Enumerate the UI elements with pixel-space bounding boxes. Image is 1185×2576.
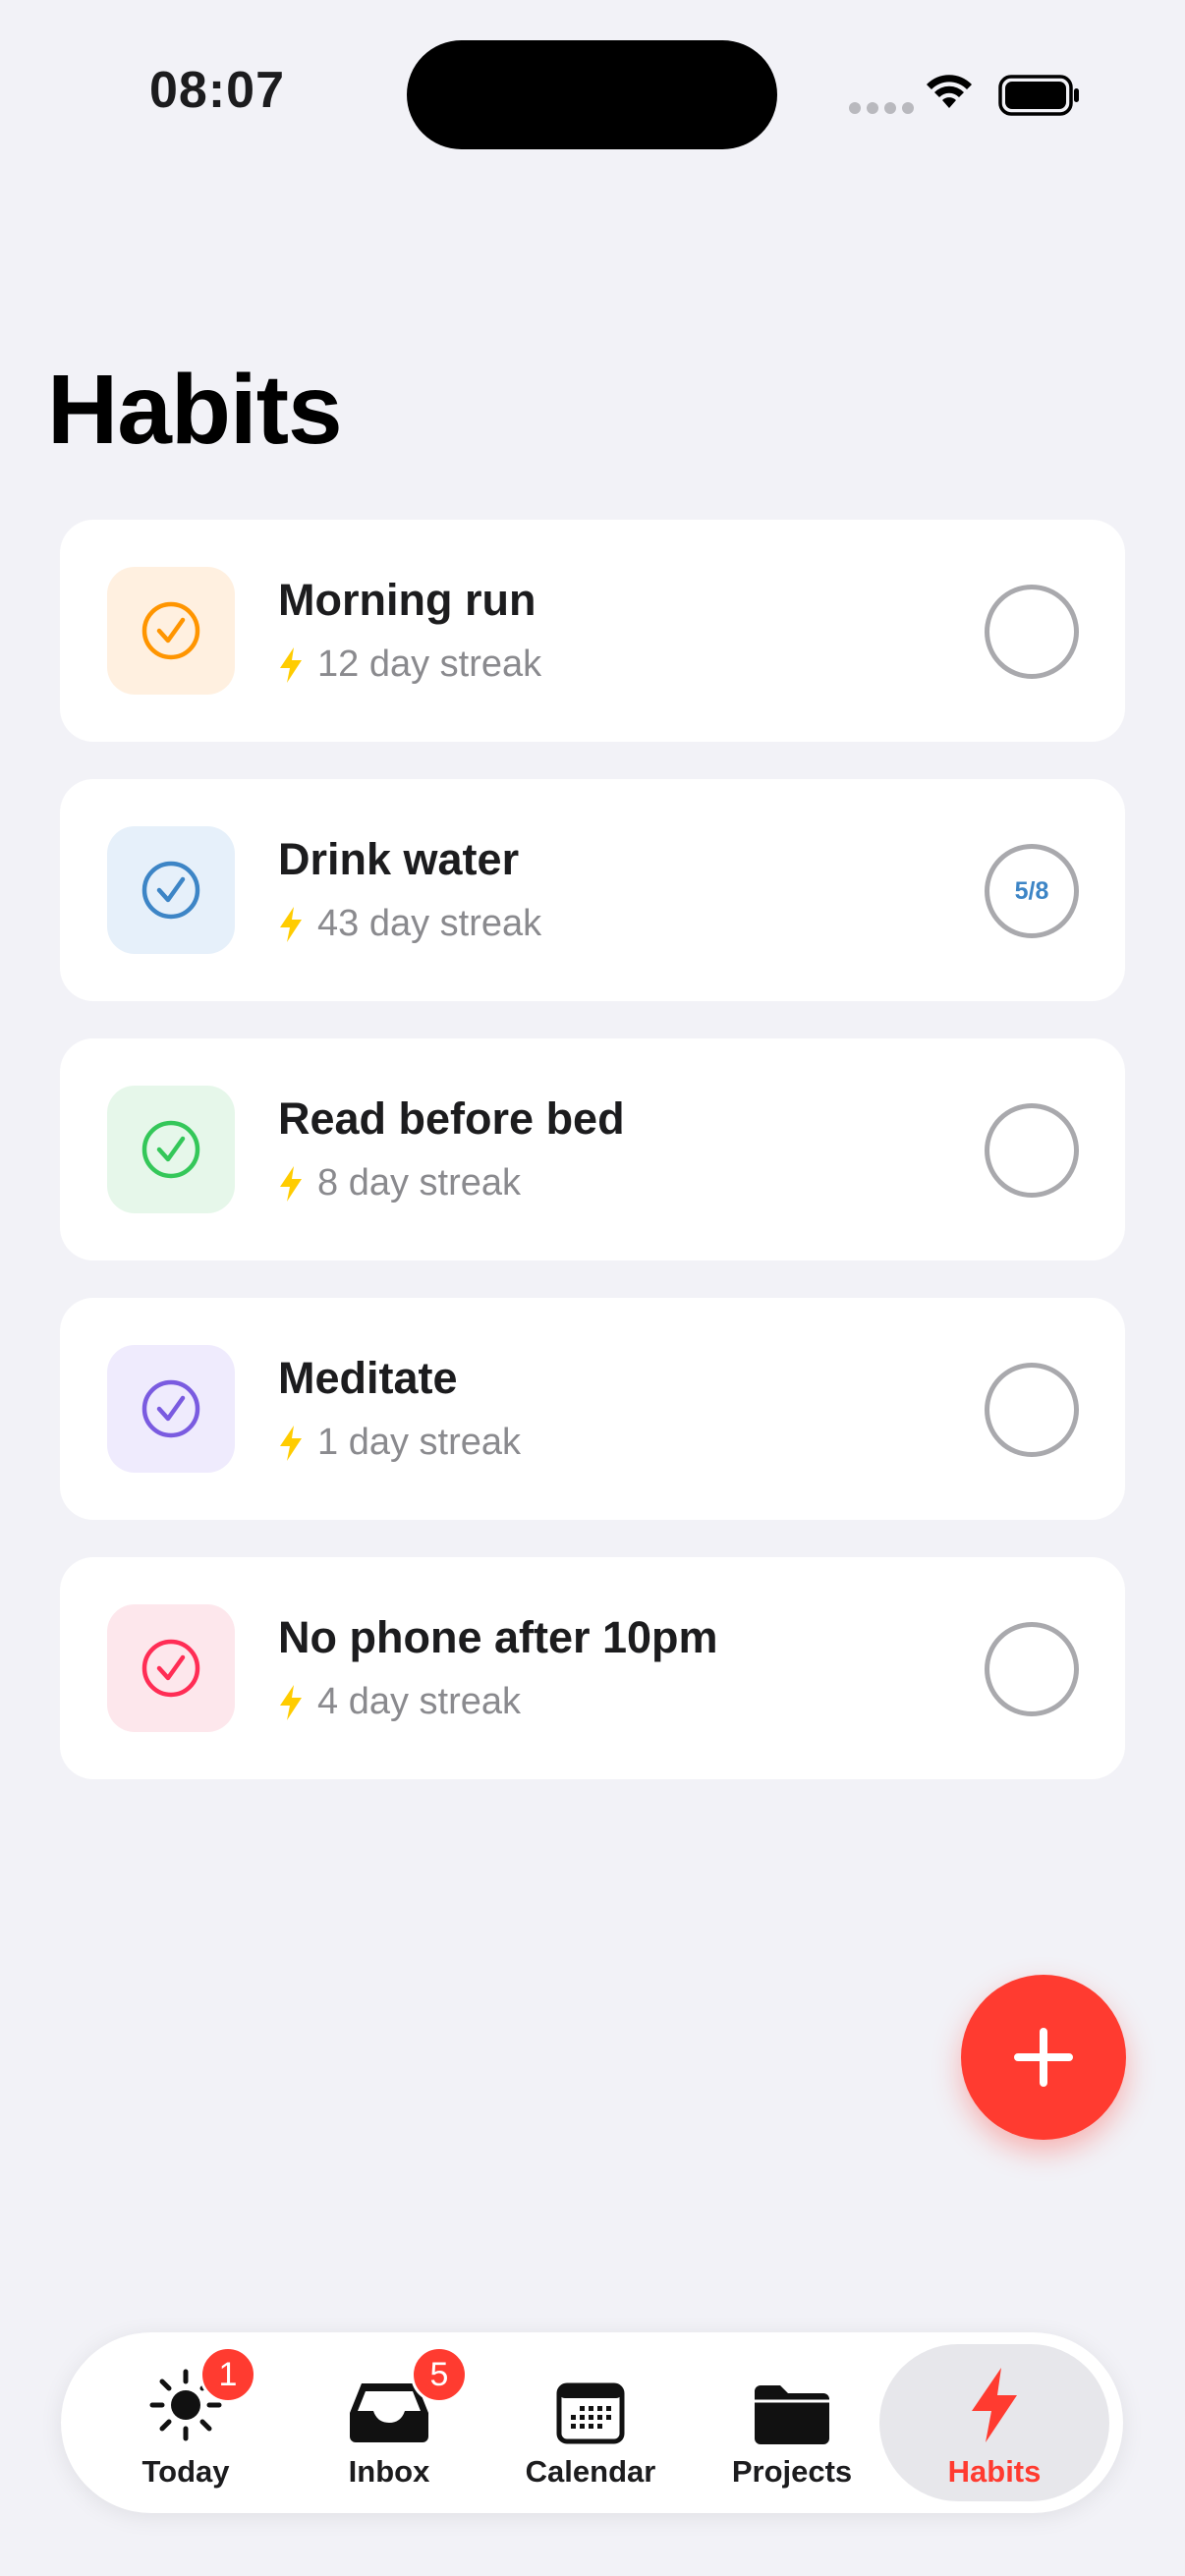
streak-text: 43 day streak (317, 903, 542, 944)
status-time: 08:07 (149, 62, 285, 119)
habit-icon-tile (107, 567, 235, 695)
habit-list: Morning run 12 day streak Drink water 43… (60, 520, 1125, 1817)
streak-text: 12 day streak (317, 644, 542, 685)
streak-text: 1 day streak (317, 1422, 521, 1463)
habit-card-morning-run[interactable]: Morning run 12 day streak (60, 520, 1125, 742)
tab-icon-wrap: 5 (348, 2346, 468, 2444)
bolt-icon (280, 1425, 302, 1461)
wifi-icon (927, 75, 972, 108)
check-circle-icon (141, 1120, 200, 1179)
habit-streak: 1 day streak (278, 1422, 521, 1464)
habits-screen: 08:07 Habits Morning run 12 day streak D… (0, 0, 1185, 2576)
tab-label: Today (141, 2454, 230, 2489)
habit-complete-toggle[interactable] (985, 1103, 1079, 1198)
tab-label: Inbox (348, 2454, 430, 2489)
habit-streak: 8 day streak (278, 1162, 521, 1204)
habit-complete-toggle[interactable] (985, 1622, 1079, 1716)
tab-icon-wrap (556, 2362, 625, 2444)
habit-name: Meditate (278, 1353, 458, 1403)
habit-name: No phone after 10pm (278, 1612, 718, 1662)
tab-today[interactable]: 1 Today (85, 2344, 287, 2501)
tab-icon-wrap (753, 2362, 831, 2444)
habit-streak: 4 day streak (278, 1681, 521, 1723)
habit-card-read-before-bed[interactable]: Read before bed 8 day streak (60, 1038, 1125, 1260)
today-badge: 1 (199, 2346, 256, 2403)
folder-icon (755, 2385, 829, 2444)
habit-progress-toggle[interactable]: 5/8 (985, 844, 1079, 938)
tab-icon-wrap: 1 (146, 2346, 256, 2444)
habit-complete-toggle[interactable] (985, 1363, 1079, 1457)
check-circle-icon (141, 601, 200, 660)
check-circle-icon (141, 861, 200, 920)
check-circle-icon (141, 1379, 200, 1438)
add-habit-button[interactable] (961, 1975, 1126, 2140)
tab-label: Projects (731, 2454, 853, 2489)
plus-icon (1014, 2028, 1073, 2087)
dynamic-island (407, 40, 777, 149)
bolt-icon (280, 1684, 302, 1720)
habit-name: Read before bed (278, 1093, 625, 1144)
habit-card-drink-water[interactable]: Drink water 43 day streak 5/8 (60, 779, 1125, 1001)
battery-icon (998, 75, 1079, 116)
tab-inbox[interactable]: 5 Inbox (288, 2344, 490, 2501)
page-title: Habits (47, 355, 343, 465)
streak-text: 4 day streak (317, 1681, 521, 1722)
tab-icon-wrap (968, 2362, 1021, 2444)
bolt-icon (280, 646, 302, 683)
habit-complete-toggle[interactable] (985, 585, 1079, 679)
bolt-icon (972, 2368, 1017, 2442)
cellular-signal-icon (849, 102, 914, 114)
inbox-badge: 5 (411, 2346, 468, 2403)
check-circle-icon (141, 1639, 200, 1698)
habit-card-no-phone[interactable]: No phone after 10pm 4 day streak (60, 1557, 1125, 1779)
habit-icon-tile (107, 1086, 235, 1213)
habit-card-meditate[interactable]: Meditate 1 day streak (60, 1298, 1125, 1520)
habit-icon-tile (107, 1604, 235, 1732)
habit-icon-tile (107, 1345, 235, 1473)
habit-streak: 43 day streak (278, 903, 541, 945)
tab-projects[interactable]: Projects (691, 2344, 893, 2501)
tab-bar: 1 Today 5 Inbox Calendar Projects Habits (61, 2332, 1123, 2513)
calendar-icon (556, 2382, 625, 2444)
tab-calendar[interactable]: Calendar (489, 2344, 692, 2501)
bolt-icon (280, 906, 302, 942)
tab-label: Habits (947, 2454, 1042, 2489)
bolt-icon (280, 1165, 302, 1202)
habit-streak: 12 day streak (278, 644, 541, 686)
tab-habits[interactable]: Habits (879, 2344, 1109, 2501)
habit-name: Morning run (278, 575, 536, 625)
streak-text: 8 day streak (317, 1162, 521, 1204)
tab-label: Calendar (525, 2454, 656, 2489)
habit-icon-tile (107, 826, 235, 954)
habit-name: Drink water (278, 834, 520, 884)
